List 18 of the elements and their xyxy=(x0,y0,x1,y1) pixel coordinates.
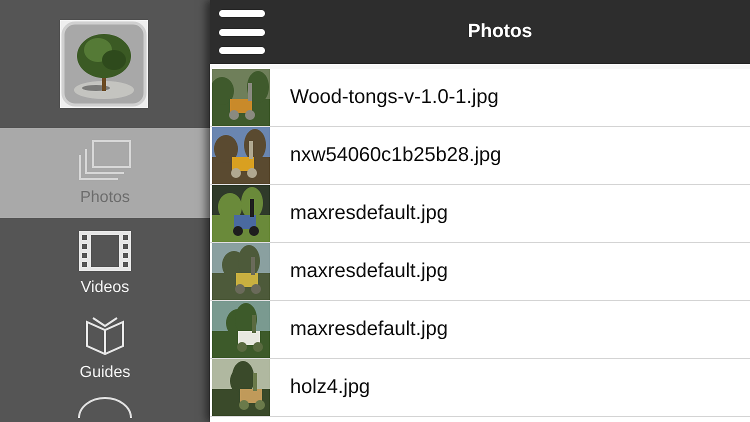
file-name: maxresdefault.jpg xyxy=(290,318,448,341)
photos-icon xyxy=(78,139,132,181)
photo-row[interactable]: Wood-tongs-v-1.0-1.jpg xyxy=(210,69,750,127)
photo-row[interactable]: nxw54060c1b25b28.jpg xyxy=(210,127,750,185)
photo-row[interactable]: maxresdefault.jpg xyxy=(210,185,750,243)
file-name: nxw54060c1b25b28.jpg xyxy=(290,144,502,167)
photo-row[interactable]: maxresdefault.jpg xyxy=(210,301,750,359)
menu-icon[interactable] xyxy=(219,10,265,54)
file-name: maxresdefault.jpg xyxy=(290,202,448,225)
photo-row[interactable]: holz4.jpg xyxy=(210,359,750,417)
film-icon xyxy=(79,231,131,271)
page-title: Photos xyxy=(466,21,534,43)
photo-row[interactable]: maxresdefault.jpg xyxy=(210,243,750,301)
file-name: maxresdefault.jpg xyxy=(290,260,448,283)
file-name: holz4.jpg xyxy=(290,376,370,399)
file-name: Wood-tongs-v-1.0-1.jpg xyxy=(290,86,499,109)
nav-item[interactable]: Guides xyxy=(0,306,210,390)
nav-item[interactable]: Videos xyxy=(0,222,210,306)
